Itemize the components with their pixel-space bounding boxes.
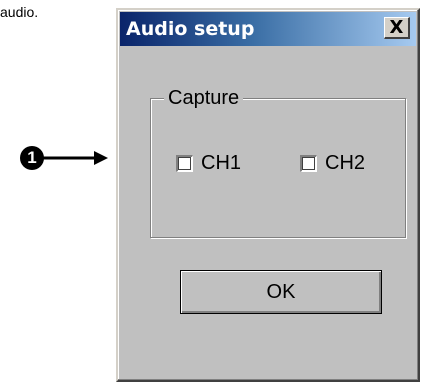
ch2-label: CH2 xyxy=(325,152,366,174)
ch2-checkbox-row[interactable]: CH2 xyxy=(300,152,365,175)
ok-button-label: OK xyxy=(266,280,296,303)
capture-group-label: Capture xyxy=(164,87,244,110)
close-icon: X xyxy=(389,16,404,38)
document-text: audio. xyxy=(0,4,39,20)
close-button[interactable]: X xyxy=(384,17,410,39)
dialog-title: Audio setup xyxy=(126,18,255,40)
ch1-checkbox[interactable] xyxy=(176,155,193,172)
ch1-checkbox-row[interactable]: CH1 xyxy=(176,152,241,175)
callout-marker: 1 xyxy=(20,144,120,176)
ch2-checkbox[interactable] xyxy=(300,155,317,172)
ch1-label: CH1 xyxy=(201,152,242,174)
arrow-right-icon xyxy=(40,151,108,165)
audio-setup-dialog: Audio setup X Capture CH1 CH2 OK xyxy=(116,8,420,382)
dialog-titlebar[interactable]: Audio setup X xyxy=(120,12,416,46)
ok-button[interactable]: OK xyxy=(180,270,382,314)
